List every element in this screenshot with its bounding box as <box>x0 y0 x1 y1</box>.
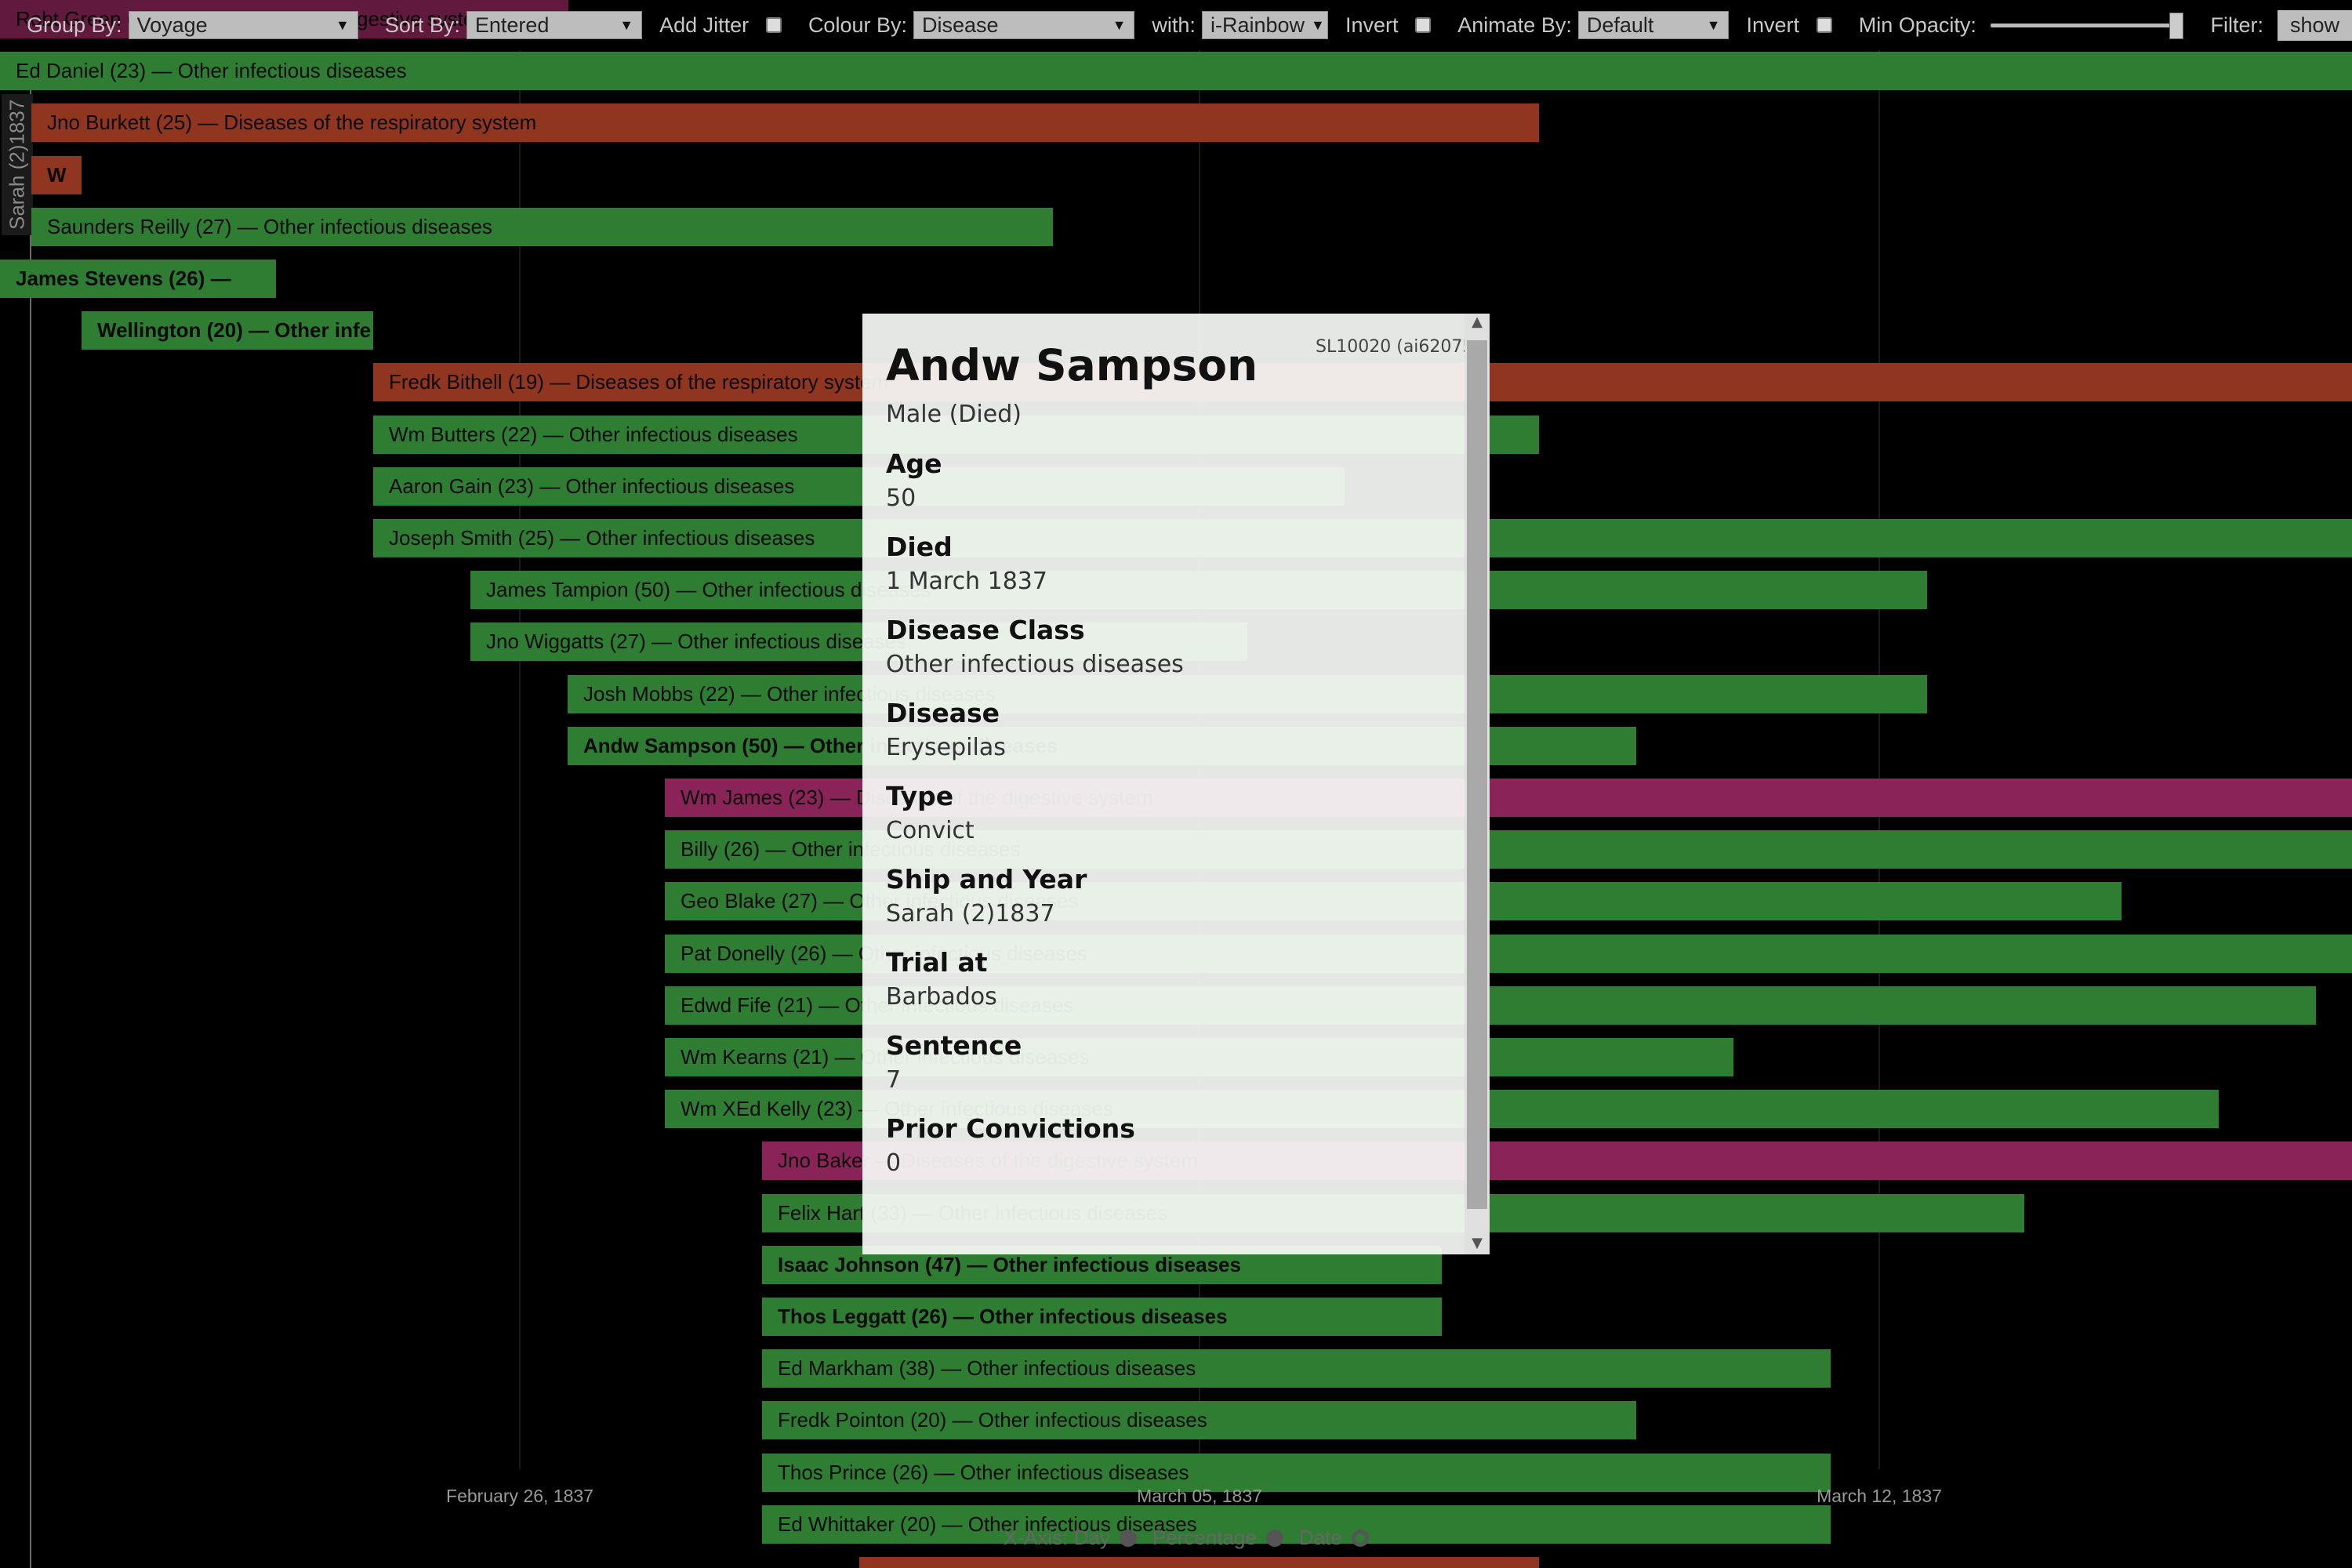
slider-track <box>1990 24 2184 27</box>
field-prior-convictions: Prior Convictions 0 <box>886 1112 1458 1181</box>
dropdown-arrow-icon: ▼ <box>336 16 350 33</box>
scroll-down-icon[interactable]: ▼ <box>1465 1235 1490 1251</box>
min-opacity-slider[interactable] <box>1990 11 2184 39</box>
timeline-bar[interactable]: Ed Daniel (23) — Other infectious diseas… <box>0 52 2352 91</box>
field-value: Convict <box>886 817 975 844</box>
field-value: 7 <box>886 1066 902 1094</box>
colour-by-label: Colour By: <box>808 13 907 37</box>
with-label: with: <box>1152 13 1196 37</box>
sort-by-value: Entered <box>474 13 550 37</box>
field-label: Died <box>886 532 953 562</box>
group-by-value: Voyage <box>136 13 208 37</box>
field-value: Sarah (2)1837 <box>886 900 1055 927</box>
scroll-thumb[interactable] <box>1467 340 1487 1209</box>
gridline <box>519 50 521 1469</box>
field-age: Age 50 <box>886 447 1458 516</box>
field-label: Trial at <box>886 947 988 978</box>
timeline-bar[interactable] <box>859 1557 1539 1568</box>
sort-by-label: Sort By: <box>384 13 460 37</box>
animate-by-value: Default <box>1586 13 1654 37</box>
group-by-label: Group By: <box>27 13 122 37</box>
animate-by-label: Animate By: <box>1457 13 1572 37</box>
group-by-select[interactable]: Voyage ▼ <box>128 11 358 39</box>
min-opacity-label: Min Opacity: <box>1858 13 1976 37</box>
x-tick-label: March 12, 1837 <box>1817 1486 1942 1506</box>
dropdown-arrow-icon: ▼ <box>1706 16 1721 33</box>
timeline-bar[interactable]: Thos Leggatt (26) — Other infectious dis… <box>762 1298 1442 1336</box>
field-ship-and-year: Ship and Year Sarah (2)1837 <box>886 862 1458 931</box>
sex-and-outcome: Male (Died) <box>886 401 1022 428</box>
field-label: Prior Convictions <box>886 1113 1135 1144</box>
x-axis-option-date-radio[interactable] <box>1351 1529 1369 1547</box>
slider-thumb[interactable] <box>2169 13 2184 39</box>
colour-by-select[interactable]: Disease ▼ <box>913 11 1135 39</box>
field-sentence: Sentence 7 <box>886 1029 1458 1098</box>
x-axis-option-day-label: Day <box>1073 1526 1110 1549</box>
field-label: Age <box>886 448 942 479</box>
field-disease-class: Disease Class Other infectious diseases <box>886 613 1458 682</box>
colour-scheme-value: i-Rainbow <box>1210 13 1305 37</box>
field-label: Disease Class <box>886 615 1085 645</box>
field-label: Disease <box>886 698 1000 728</box>
y-axis-line <box>30 90 31 1568</box>
x-axis-option-date-label: Date <box>1298 1526 1342 1549</box>
field-label: Type <box>886 781 954 811</box>
toolbar: Group By: Voyage ▼ Sort By: Entered ▼ Ad… <box>0 0 2352 50</box>
dropdown-arrow-icon: ▼ <box>1112 16 1127 33</box>
timeline-bar[interactable]: Jno Burkett (25) — Diseases of the respi… <box>31 103 1539 143</box>
scroll-up-icon[interactable]: ▲ <box>1465 314 1490 330</box>
filter-label: Filter: <box>2210 13 2263 37</box>
timeline-bar[interactable]: Wellington (20) — Other infe <box>82 311 373 350</box>
sort-by-select[interactable]: Entered ▼ <box>466 11 643 39</box>
detail-popup[interactable]: SL10020 (ai62075) Andw Sampson Male (Die… <box>862 314 1490 1254</box>
timeline-bar[interactable]: James Stevens (26) — <box>0 260 276 298</box>
field-label: Ship and Year <box>886 864 1087 895</box>
field-disease: Disease Erysepilas <box>886 696 1458 765</box>
field-label: Sentence <box>886 1030 1022 1061</box>
colour-by-value: Disease <box>922 13 999 37</box>
colour-scheme-select[interactable]: i-Rainbow ▼ <box>1201 11 1328 39</box>
voyage-group-label[interactable]: Sarah (2)1837 <box>2 94 33 235</box>
filter-show-button[interactable]: show <box>2277 9 2352 41</box>
add-jitter-label: Add Jitter <box>659 13 750 37</box>
dropdown-arrow-icon: ▼ <box>619 16 634 33</box>
timeline-bar[interactable]: Fredk Pointon (20) — Other infectious di… <box>762 1401 1636 1440</box>
x-axis-mode-selector: X-Axis: Day Percentage Date <box>1004 1526 1385 1550</box>
timeline-bar[interactable]: W <box>31 155 82 194</box>
timeline-bar[interactable]: Ed Markham (38) — Other infectious disea… <box>762 1349 1831 1388</box>
invert-colour-checkbox[interactable] <box>1415 17 1432 33</box>
popup-scrollbar[interactable]: ▲ ▼ <box>1465 314 1490 1254</box>
field-value: Other infectious diseases <box>886 651 1184 678</box>
field-value: 50 <box>886 485 916 512</box>
person-name: Andw Sampson <box>886 340 1258 390</box>
popup-content: Andw Sampson Male (Died) Age 50 Died 1 M… <box>886 336 1458 1181</box>
x-axis-label: X-Axis: <box>1004 1526 1069 1549</box>
timeline-bar[interactable]: Thos Prince (26) — Other infectious dise… <box>762 1453 1831 1492</box>
invert-animate-checkbox[interactable] <box>1817 17 1832 33</box>
animate-by-select[interactable]: Default ▼ <box>1577 11 1730 39</box>
invert-colour-label: Invert <box>1345 13 1399 37</box>
dropdown-arrow-icon: ▼ <box>1311 16 1325 33</box>
field-died: Died 1 March 1837 <box>886 530 1458 599</box>
x-tick-label: March 05, 1837 <box>1137 1486 1262 1506</box>
x-axis-option-percentage-radio[interactable] <box>1265 1529 1283 1547</box>
x-axis-option-day-radio[interactable] <box>1119 1529 1137 1547</box>
field-type: Type Convict <box>886 779 1458 848</box>
field-value: 1 March 1837 <box>886 568 1047 595</box>
field-value: 0 <box>886 1149 902 1177</box>
x-axis-option-percentage-label: Percentage <box>1152 1526 1257 1549</box>
field-value: Barbados <box>886 983 997 1011</box>
add-jitter-checkbox[interactable] <box>766 17 782 33</box>
x-tick-label: February 26, 1837 <box>446 1486 593 1506</box>
field-value: Erysepilas <box>886 734 1006 761</box>
field-trial-at: Trial at Barbados <box>886 946 1458 1014</box>
timeline-bar[interactable]: Saunders Reilly (27) — Other infectious … <box>31 207 1053 246</box>
invert-animate-label: Invert <box>1746 13 1800 37</box>
gridline <box>1878 50 1880 1469</box>
